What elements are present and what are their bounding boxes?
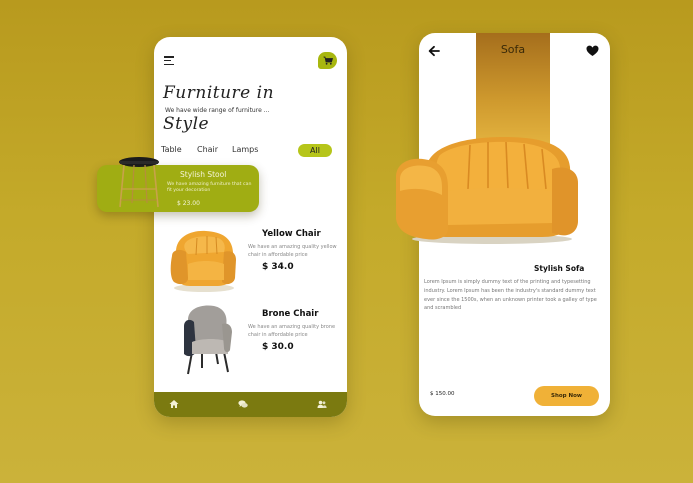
product-name: Brone Chair xyxy=(262,309,319,319)
heart-icon[interactable] xyxy=(586,45,599,57)
product-list-screen: Furniture in We have wide range of furni… xyxy=(154,37,347,417)
cart-icon xyxy=(323,56,333,65)
yellow-chair-image xyxy=(170,230,236,292)
category-tabs: Table Chair Lamps All xyxy=(161,144,341,158)
product-price: $ 150.00 xyxy=(430,391,455,397)
tab-lamps[interactable]: Lamps xyxy=(232,145,258,154)
sofa-image xyxy=(396,137,578,244)
featured-description: We have amazing furniture that can fit y… xyxy=(167,182,252,193)
product-price: $ 34.0 xyxy=(262,262,294,272)
hamburger-menu-icon[interactable] xyxy=(164,56,174,66)
product-name: Stylish Sofa xyxy=(534,264,585,273)
product-description: We have an amazing quality yellow chair … xyxy=(248,244,337,258)
cart-button[interactable] xyxy=(318,52,337,69)
featured-price: $ 23.00 xyxy=(177,200,200,207)
screen-title: Sofa xyxy=(500,43,526,56)
brone-chair-image xyxy=(184,305,232,375)
product-price: $ 30.0 xyxy=(262,342,294,352)
tab-all[interactable]: All xyxy=(298,144,332,157)
tab-chair[interactable]: Chair xyxy=(197,145,218,154)
stool-image xyxy=(119,157,159,208)
bottom-nav-bar xyxy=(154,392,347,417)
product-name: Yellow Chair xyxy=(262,229,321,239)
tab-table[interactable]: Table xyxy=(161,145,182,154)
back-arrow-icon[interactable] xyxy=(428,45,440,57)
product-description: Lorem Ipsum is simply dummy text of the … xyxy=(424,279,597,312)
product-card-brone-chair[interactable]: Brone Chair We have an amazing quality b… xyxy=(154,302,347,382)
home-icon[interactable] xyxy=(169,399,179,409)
chat-icon[interactable] xyxy=(238,399,248,409)
featured-title: Stylish Stool xyxy=(180,170,227,179)
hero-title-line1: Furniture in xyxy=(163,83,275,103)
product-card-yellow-chair[interactable]: Yellow Chair We have an amazing quality … xyxy=(154,222,347,302)
product-description: We have an amazing quality brone chair i… xyxy=(248,324,336,338)
profile-icon[interactable] xyxy=(317,399,327,409)
hero-title-line2: Style xyxy=(163,114,210,134)
hero-tagline: We have wide range of furniture ... xyxy=(165,107,270,114)
shop-now-button[interactable]: Shop Now xyxy=(534,386,599,406)
